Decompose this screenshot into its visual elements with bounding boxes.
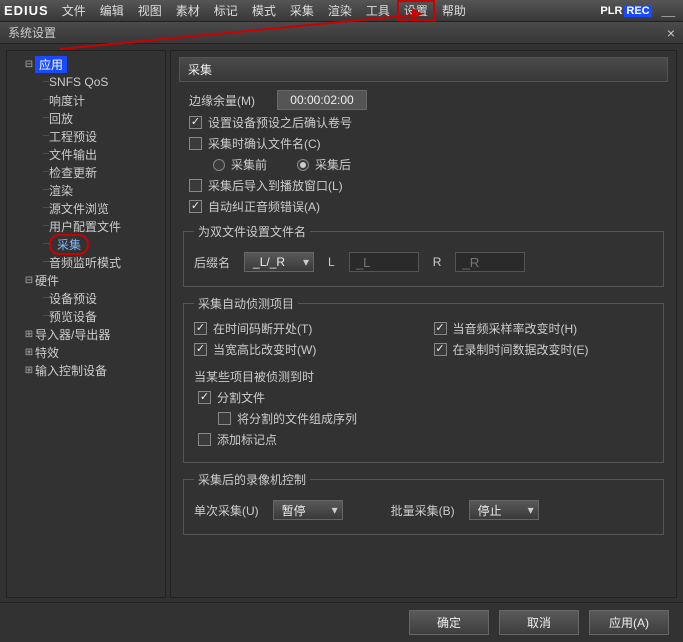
tree-item[interactable]: ┈用户配置文件 xyxy=(9,217,163,235)
cancel-button[interactable]: 取消 xyxy=(499,610,579,635)
R-label: R xyxy=(433,255,442,269)
radio-before[interactable] xyxy=(213,159,225,171)
L-input[interactable] xyxy=(349,252,419,272)
sub-legend: 当某些项目被侦测到时 xyxy=(194,368,653,385)
tree-application[interactable]: ⊟应用 xyxy=(9,55,163,73)
menu-capture[interactable]: 采集 xyxy=(283,0,321,21)
ok-button[interactable]: 确定 xyxy=(409,610,489,635)
suffix-label: 后缀名 xyxy=(194,254,230,271)
lbl-before: 采集前 xyxy=(231,156,267,173)
auto-detect-group: 采集自动侦测项目 在时间码断开处(T) 当音频采样率改变时(H) 当宽高比改变时… xyxy=(183,295,664,463)
margin-input[interactable]: 00:00:02:00 xyxy=(277,90,367,110)
detect-legend: 采集自动侦测项目 xyxy=(194,295,298,312)
margin-label: 边缘余量(M) xyxy=(189,92,255,109)
annotation-arrow-head xyxy=(412,8,422,20)
lbl-import-window: 采集后导入到播放窗口(L) xyxy=(208,177,343,194)
menu-help[interactable]: 帮助 xyxy=(435,0,473,21)
vcr-control-group: 采集后的录像机控制 单次采集(U) 暂停 批量采集(B) 停止 xyxy=(183,471,664,535)
menu-marker[interactable]: 标记 xyxy=(207,0,245,21)
close-icon[interactable]: × xyxy=(667,25,675,41)
badge-plr: PLR xyxy=(600,5,622,17)
chk-tc-break[interactable] xyxy=(194,322,207,335)
radio-after[interactable] xyxy=(297,159,309,171)
menu-view[interactable]: 视图 xyxy=(131,0,169,21)
badge-rec: REC xyxy=(624,5,651,17)
tree-item[interactable]: ┈预览设备 xyxy=(9,307,163,325)
chk-confirm-reel[interactable] xyxy=(189,116,202,129)
tree-hardware[interactable]: ⊟硬件 xyxy=(9,271,163,289)
app-logo: EDIUS xyxy=(4,3,49,18)
L-label: L xyxy=(328,255,335,269)
chk-split[interactable] xyxy=(198,391,211,404)
tree-item[interactable]: ┈回放 xyxy=(9,109,163,127)
chk-audio-rate[interactable] xyxy=(434,322,447,335)
dual-file-group: 为双文件设置文件名 后缀名 _L/_R L R xyxy=(183,223,664,287)
chk-seq[interactable] xyxy=(218,412,231,425)
tree-item[interactable]: ┈SNFS QoS xyxy=(9,73,163,91)
chk-auto-audio[interactable] xyxy=(189,200,202,213)
dialog-footer: 确定 取消 应用(A) xyxy=(0,602,683,642)
lbl-confirm-filename: 采集时确认文件名(C) xyxy=(208,135,321,152)
single-select[interactable]: 暂停 xyxy=(273,500,343,520)
settings-tree: ⊟应用 ┈SNFS QoS ┈响度计 ┈回放 ┈工程预设 ┈文件输出 ┈检查更新… xyxy=(6,50,166,598)
tree-item[interactable]: ┈检查更新 xyxy=(9,163,163,181)
apply-button[interactable]: 应用(A) xyxy=(589,610,669,635)
dialog-titlebar: 系统设置 × xyxy=(0,22,683,44)
vcr-legend: 采集后的录像机控制 xyxy=(194,471,310,488)
chk-rec-data[interactable] xyxy=(434,343,447,356)
R-input[interactable] xyxy=(455,252,525,272)
lbl-auto-audio: 自动纠正音频错误(A) xyxy=(208,198,320,215)
tree-importer[interactable]: ⊞导入器/导出器 xyxy=(9,325,163,343)
tree-item[interactable]: ┈工程预设 xyxy=(9,127,163,145)
tree-item[interactable]: ┈源文件浏览 xyxy=(9,199,163,217)
tree-item[interactable]: ┈文件输出 xyxy=(9,145,163,163)
dialog-title: 系统设置 xyxy=(8,24,56,41)
lbl-confirm-reel: 设置设备预设之后确认卷号 xyxy=(208,114,352,131)
settings-panel: 采集 边缘余量(M) 00:00:02:00 设置设备预设之后确认卷号 采集时确… xyxy=(170,50,677,598)
lbl-after: 采集后 xyxy=(315,156,351,173)
tree-item[interactable]: ┈渲染 xyxy=(9,181,163,199)
batch-label: 批量采集(B) xyxy=(391,502,455,519)
chk-import-window[interactable] xyxy=(189,179,202,192)
tree-item[interactable]: ┈设备预设 xyxy=(9,289,163,307)
dual-legend: 为双文件设置文件名 xyxy=(194,223,310,240)
chk-confirm-filename[interactable] xyxy=(189,137,202,150)
tree-effects[interactable]: ⊞特效 xyxy=(9,343,163,361)
tree-item[interactable]: ┈音频监听模式 xyxy=(9,253,163,271)
minimize-icon[interactable]: __ xyxy=(658,4,679,18)
tree-capture[interactable]: ┈采集 xyxy=(9,235,163,253)
menu-clip[interactable]: 素材 xyxy=(169,0,207,21)
panel-title: 采集 xyxy=(179,57,668,82)
menu-render[interactable]: 渲染 xyxy=(321,0,359,21)
menu-mode[interactable]: 模式 xyxy=(245,0,283,21)
tree-input-control[interactable]: ⊞输入控制设备 xyxy=(9,361,163,379)
menu-file[interactable]: 文件 xyxy=(55,0,93,21)
suffix-select[interactable]: _L/_R xyxy=(244,252,314,272)
chk-marker[interactable] xyxy=(198,433,211,446)
chk-aspect[interactable] xyxy=(194,343,207,356)
menubar: EDIUS 文件 编辑 视图 素材 标记 模式 采集 渲染 工具 设置 帮助 P… xyxy=(0,0,683,22)
menu-edit[interactable]: 编辑 xyxy=(93,0,131,21)
tree-item[interactable]: ┈响度计 xyxy=(9,91,163,109)
single-label: 单次采集(U) xyxy=(194,502,259,519)
batch-select[interactable]: 停止 xyxy=(469,500,539,520)
